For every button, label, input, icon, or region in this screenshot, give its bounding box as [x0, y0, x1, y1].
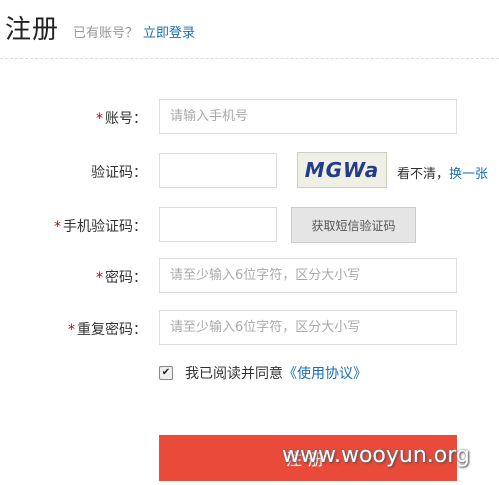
agreement-link[interactable]: 《使用协议》: [283, 363, 367, 383]
captcha-hint: 看不清，换一张: [397, 167, 489, 182]
password-label: * 密码：: [96, 270, 147, 286]
sms-code-input[interactable]: [159, 207, 277, 242]
required-mark: *: [68, 322, 75, 338]
password-input[interactable]: [159, 258, 457, 293]
required-mark: *: [96, 270, 103, 286]
page-header: 注册 已有账号？ 立即登录: [0, 0, 499, 58]
confirm-password-input[interactable]: [159, 310, 457, 345]
agreement-checkbox[interactable]: ✔: [159, 366, 173, 380]
header-divider: [0, 58, 499, 59]
refresh-captcha-link[interactable]: 换一张: [449, 167, 488, 182]
agreement-row: ✔ 我已阅读并同意 《使用协议》: [159, 363, 367, 383]
account-label: * 账号：: [96, 111, 147, 127]
captcha-input[interactable]: [159, 153, 277, 188]
confirm-password-label: * 重复密码：: [68, 322, 147, 338]
login-link[interactable]: 立即登录: [143, 22, 195, 41]
captcha-label: 验证码：: [91, 165, 147, 181]
account-input[interactable]: [159, 99, 457, 134]
sms-label: * 手机验证码：: [54, 219, 147, 235]
required-mark: *: [54, 219, 61, 235]
captcha-image-text: MGWa: [304, 158, 380, 182]
captcha-image[interactable]: MGWa: [297, 152, 387, 188]
watermark: www.wooyun.org: [282, 443, 470, 468]
agreement-text: 我已阅读并同意: [185, 366, 283, 382]
page-title: 注册: [5, 15, 60, 45]
get-sms-code-button[interactable]: 获取短信验证码: [291, 207, 416, 243]
required-mark: *: [96, 111, 103, 127]
has-account-text: 已有账号？: [73, 26, 139, 41]
